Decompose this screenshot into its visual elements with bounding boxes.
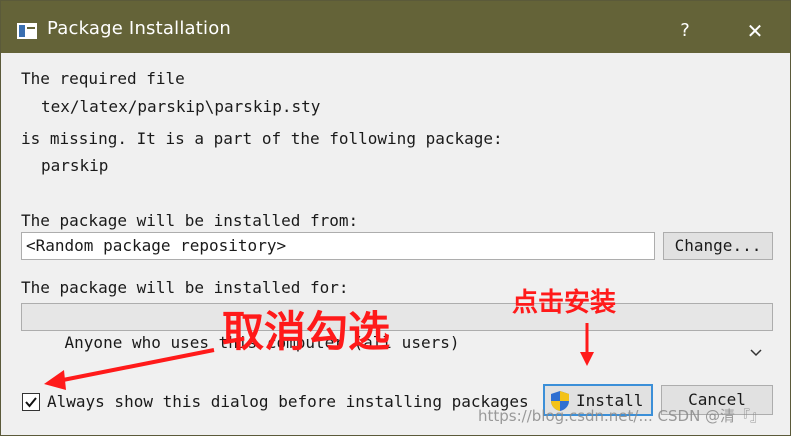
annotation-arrows xyxy=(44,323,594,390)
arrow-to-install xyxy=(580,323,594,366)
watermark: https://blog.csdn.net/... CSDN @清『』 xyxy=(478,407,766,425)
arrow-to-checkbox xyxy=(44,348,215,390)
